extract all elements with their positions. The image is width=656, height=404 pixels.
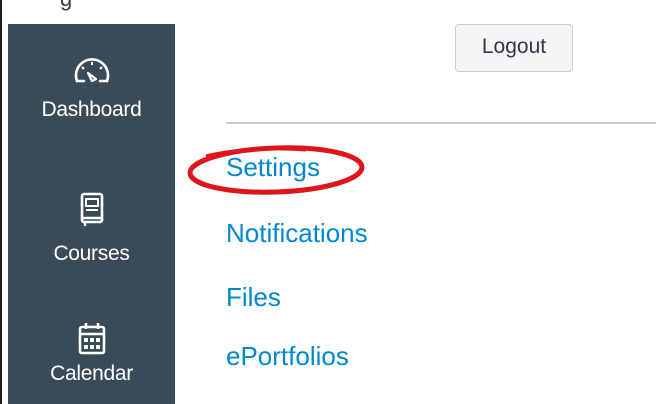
nav-item-calendar[interactable]: Calendar (8, 322, 175, 386)
calendar-icon (78, 323, 105, 355)
nav-label-calendar: Calendar (50, 362, 133, 385)
notifications-link[interactable]: Notifications (226, 218, 368, 249)
canvas-account-page: g Dashboard Courses (0, 0, 656, 404)
section-divider (226, 122, 656, 124)
nav-label-dashboard: Dashboard (41, 98, 142, 121)
book-icon (80, 192, 103, 226)
highlight-circle-annotation (187, 145, 365, 195)
nav-item-courses[interactable]: Courses (8, 192, 175, 266)
logout-button[interactable]: Logout (455, 24, 573, 72)
global-nav-sidebar: Dashboard Courses Calendar (8, 24, 175, 404)
dashboard-icon (74, 58, 109, 83)
files-link[interactable]: Files (226, 282, 281, 313)
cropped-header-text: g (60, 0, 72, 12)
nav-item-dashboard[interactable]: Dashboard (8, 54, 175, 122)
nav-label-courses: Courses (53, 242, 130, 265)
eportfolios-link[interactable]: ePortfolios (226, 341, 349, 372)
window-left-border (0, 0, 2, 404)
